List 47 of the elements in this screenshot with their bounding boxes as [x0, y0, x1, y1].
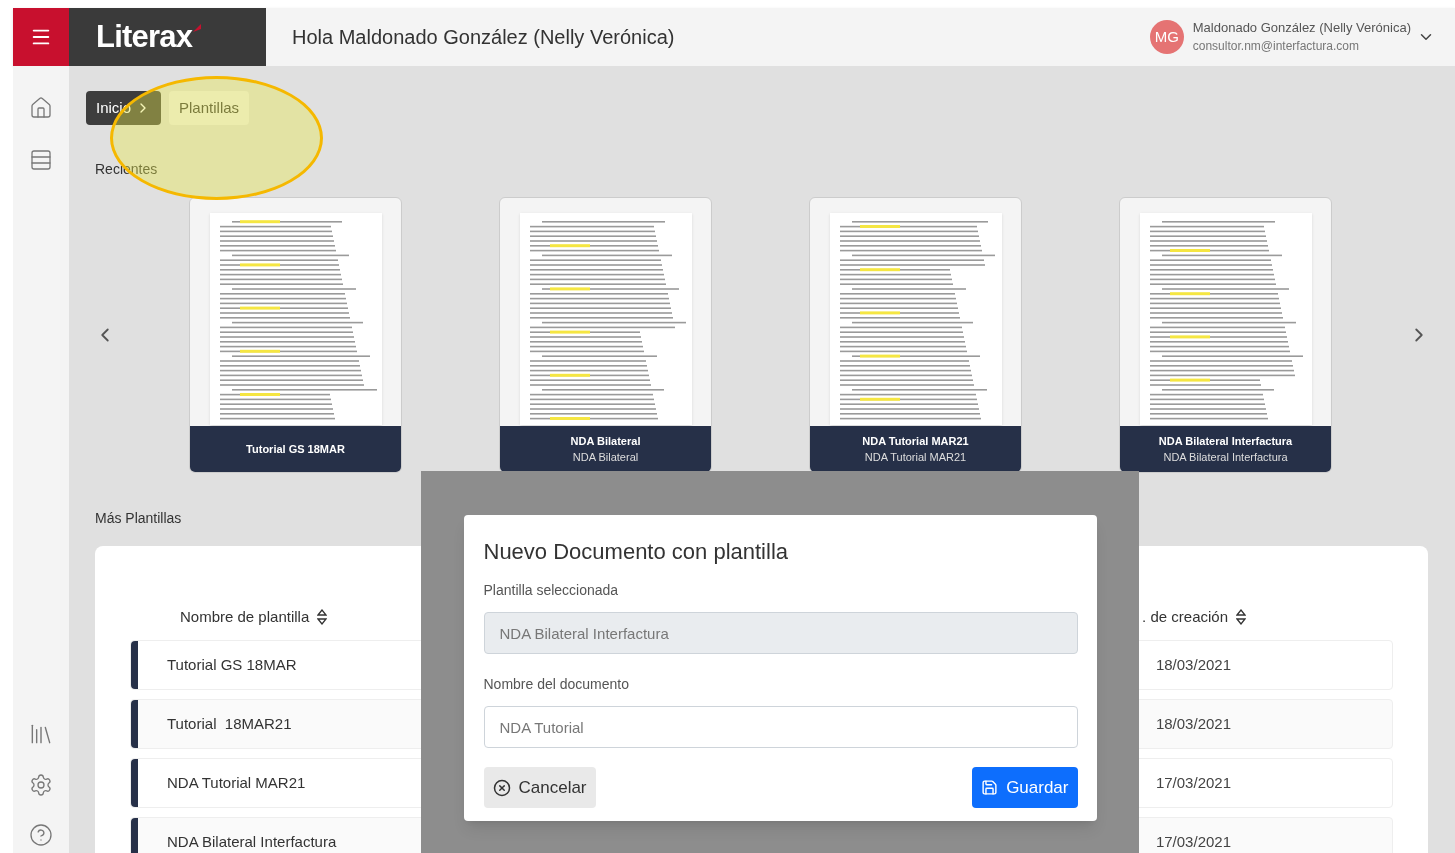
section-title: Más Plantillas: [95, 509, 183, 528]
card-subtitle: NDA Bilateral Interfactura: [1163, 450, 1288, 465]
column-header[interactable]: Nombre de plantilla: [180, 605, 310, 629]
user-email: consultor.nm@interfactura.com: [1192, 39, 1360, 55]
table-cell-text: Tutorial 18MAR21: [167, 713, 292, 734]
help-icon[interactable]: [29, 823, 53, 847]
field-label: Nombre del documento: [483, 675, 631, 694]
breadcrumb-item[interactable]: Plantillas: [169, 91, 250, 125]
menu-button[interactable]: [13, 8, 69, 66]
template-card[interactable]: Tutorial GS 18MAR: [189, 197, 402, 473]
table-cell-text: Tutorial GS 18MAR: [167, 654, 297, 675]
template-card[interactable]: NDA Bilateral NDA Bilateral: [499, 197, 712, 473]
rows-icon[interactable]: [29, 148, 53, 172]
row-stripe: [131, 818, 138, 853]
logo[interactable]: Literax: [96, 13, 193, 61]
settings-icon[interactable]: [29, 773, 53, 797]
template-card[interactable]: NDA Tutorial MAR21 NDA Tutorial MAR21: [809, 197, 1022, 473]
card-title: Tutorial GS 18MAR: [246, 441, 345, 457]
cancel-button[interactable]: Cancelar: [483, 767, 596, 808]
sort-icon[interactable]: [317, 609, 328, 625]
modal-title: Nuevo Documento con plantilla: [483, 538, 789, 566]
column-header[interactable]: . de creación: [1142, 605, 1246, 629]
table-cell-text: NDA Tutorial MAR21: [167, 772, 306, 793]
table-cell-text: 17/03/2021: [1155, 772, 1231, 793]
template-card[interactable]: NDA Bilateral Interfactura NDA Bilateral Interfactura: [1119, 197, 1332, 473]
card-title: NDA Tutorial MAR21: [862, 433, 969, 449]
save-icon: [981, 779, 999, 796]
text-field[interactable]: NDA Tutorial: [483, 706, 1078, 748]
sort-icon[interactable]: [1236, 609, 1246, 625]
card-title: NDA Bilateral: [570, 433, 641, 449]
field-label: Plantilla seleccionada: [483, 581, 620, 600]
cancel-icon: [492, 778, 511, 797]
card-subtitle: NDA Bilateral: [572, 450, 639, 465]
row-stripe: [131, 759, 138, 807]
table-cell-text: 18/03/2021: [1155, 713, 1231, 734]
card-subtitle: NDA Tutorial MAR21: [864, 450, 967, 465]
card-title: NDA Bilateral Interfactura: [1158, 433, 1293, 449]
save-button[interactable]: Guardar: [972, 767, 1078, 808]
row-stripe: [131, 641, 138, 689]
table-cell-text: 18/03/2021: [1155, 654, 1231, 675]
home-icon[interactable]: [29, 96, 53, 120]
greeting: Hola Maldonado González (Nelly Verónica): [292, 25, 675, 50]
logo-mark-icon: [192, 23, 203, 33]
table-cell-text: 17/03/2021: [1155, 831, 1231, 852]
table-cell-text: NDA Bilateral Interfactura: [167, 831, 337, 852]
row-stripe: [131, 700, 138, 748]
user-name: Maldonado González (Nelly Verónica): [1192, 19, 1411, 37]
